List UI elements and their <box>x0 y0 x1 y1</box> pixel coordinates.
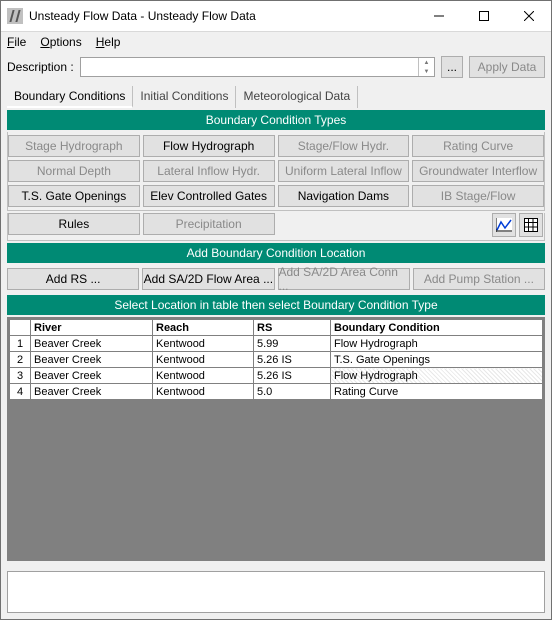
row-index: 2 <box>10 352 31 368</box>
location-table-wrap: River Reach RS Boundary Condition 1Beave… <box>7 317 545 561</box>
menu-options[interactable]: Options <box>40 35 81 49</box>
table-row[interactable]: 1Beaver CreekKentwood5.99Flow Hydrograph <box>10 336 543 352</box>
bc-last-row: Rules Precipitation <box>7 213 545 241</box>
description-input[interactable]: ▲▼ <box>80 57 435 77</box>
add-bc-header: Add Boundary Condition Location <box>7 243 545 263</box>
tabstrip: Boundary Conditions Initial Conditions M… <box>1 82 551 108</box>
rules-button[interactable]: Rules <box>8 213 140 235</box>
row-index: 3 <box>10 368 31 384</box>
cell-rs[interactable]: 5.26 IS <box>254 368 331 384</box>
close-button[interactable] <box>506 2 551 31</box>
cell-bc[interactable]: T.S. Gate Openings <box>331 352 543 368</box>
cell-river[interactable]: Beaver Creek <box>31 384 153 400</box>
description-row: Description : ▲▼ ... Apply Data <box>1 52 551 82</box>
description-spinner[interactable]: ▲▼ <box>418 58 434 76</box>
maximize-button[interactable] <box>461 2 506 31</box>
cell-bc[interactable]: Flow Hydrograph <box>331 368 543 384</box>
main-window: Unsteady Flow Data - Unsteady Flow Data … <box>0 0 552 620</box>
description-browse-button[interactable]: ... <box>441 56 463 78</box>
titlebar[interactable]: Unsteady Flow Data - Unsteady Flow Data <box>1 1 551 32</box>
cell-reach[interactable]: Kentwood <box>153 368 254 384</box>
bc-type-button[interactable]: T.S. Gate Openings <box>8 185 140 207</box>
row-index: 4 <box>10 384 31 400</box>
cell-river[interactable]: Beaver Creek <box>31 336 153 352</box>
plot-icon-button[interactable] <box>492 213 516 237</box>
add-sa2d-button[interactable]: Add SA/2D Flow Area ... <box>142 268 274 290</box>
cell-reach[interactable]: Kentwood <box>153 352 254 368</box>
menu-help[interactable]: Help <box>96 35 121 49</box>
tab-meteorological-data[interactable]: Meteorological Data <box>236 86 358 108</box>
bc-type-button[interactable]: Flow Hydrograph <box>143 135 275 157</box>
bc-type-button[interactable]: Lateral Inflow Hydr. <box>143 160 275 182</box>
status-area <box>7 571 545 613</box>
table-section-header: Select Location in table then select Bou… <box>7 295 545 315</box>
bc-type-button[interactable]: Groundwater Interflow <box>412 160 544 182</box>
table-row[interactable]: 2Beaver CreekKentwood5.26 IST.S. Gate Op… <box>10 352 543 368</box>
cell-rs[interactable]: 5.0 <box>254 384 331 400</box>
col-reach[interactable]: Reach <box>153 320 254 336</box>
cell-river[interactable]: Beaver Creek <box>31 368 153 384</box>
bc-types-grid: Stage HydrographFlow HydrographStage/Flo… <box>7 132 545 211</box>
tab-content: Boundary Condition Types Stage Hydrograp… <box>1 108 551 567</box>
cell-reach[interactable]: Kentwood <box>153 336 254 352</box>
bc-type-button[interactable]: Navigation Dams <box>278 185 410 207</box>
app-icon <box>7 8 23 24</box>
row-index: 1 <box>10 336 31 352</box>
apply-data-button[interactable]: Apply Data <box>469 56 545 78</box>
bc-type-button[interactable]: Stage Hydrograph <box>8 135 140 157</box>
cell-bc[interactable]: Rating Curve <box>331 384 543 400</box>
col-bc[interactable]: Boundary Condition <box>331 320 543 336</box>
add-bc-row: Add RS ... Add SA/2D Flow Area ... Add S… <box>7 265 545 293</box>
col-river[interactable]: River <box>31 320 153 336</box>
bc-type-button[interactable]: IB Stage/Flow <box>412 185 544 207</box>
add-pump-button[interactable]: Add Pump Station ... <box>413 268 545 290</box>
cell-rs[interactable]: 5.99 <box>254 336 331 352</box>
location-table[interactable]: River Reach RS Boundary Condition 1Beave… <box>9 319 543 400</box>
col-index <box>10 320 31 336</box>
bc-type-button[interactable]: Normal Depth <box>8 160 140 182</box>
cell-bc[interactable]: Flow Hydrograph <box>331 336 543 352</box>
table-row[interactable]: 4Beaver CreekKentwood5.0Rating Curve <box>10 384 543 400</box>
cell-river[interactable]: Beaver Creek <box>31 352 153 368</box>
table-icon-button[interactable] <box>519 213 543 237</box>
col-rs[interactable]: RS <box>254 320 331 336</box>
bc-types-header: Boundary Condition Types <box>7 110 545 130</box>
bc-type-button[interactable]: Elev Controlled Gates <box>143 185 275 207</box>
minimize-button[interactable] <box>416 2 461 31</box>
add-rs-button[interactable]: Add RS ... <box>7 268 139 290</box>
cell-rs[interactable]: 5.26 IS <box>254 352 331 368</box>
add-sa2d-conn-button[interactable]: Add SA/2D Area Conn ... <box>278 268 410 290</box>
bc-type-button[interactable]: Stage/Flow Hydr. <box>278 135 410 157</box>
precipitation-button[interactable]: Precipitation <box>143 213 275 235</box>
tab-boundary-conditions[interactable]: Boundary Conditions <box>7 86 133 108</box>
tab-initial-conditions[interactable]: Initial Conditions <box>133 86 236 108</box>
bc-type-button[interactable]: Uniform Lateral Inflow <box>278 160 410 182</box>
table-row[interactable]: 3Beaver CreekKentwood5.26 ISFlow Hydrogr… <box>10 368 543 384</box>
window-title: Unsteady Flow Data - Unsteady Flow Data <box>29 9 416 23</box>
description-label: Description : <box>7 60 74 74</box>
menu-file[interactable]: File <box>7 35 26 49</box>
bc-type-button[interactable]: Rating Curve <box>412 135 544 157</box>
menubar: File Options Help <box>1 32 551 52</box>
cell-reach[interactable]: Kentwood <box>153 384 254 400</box>
